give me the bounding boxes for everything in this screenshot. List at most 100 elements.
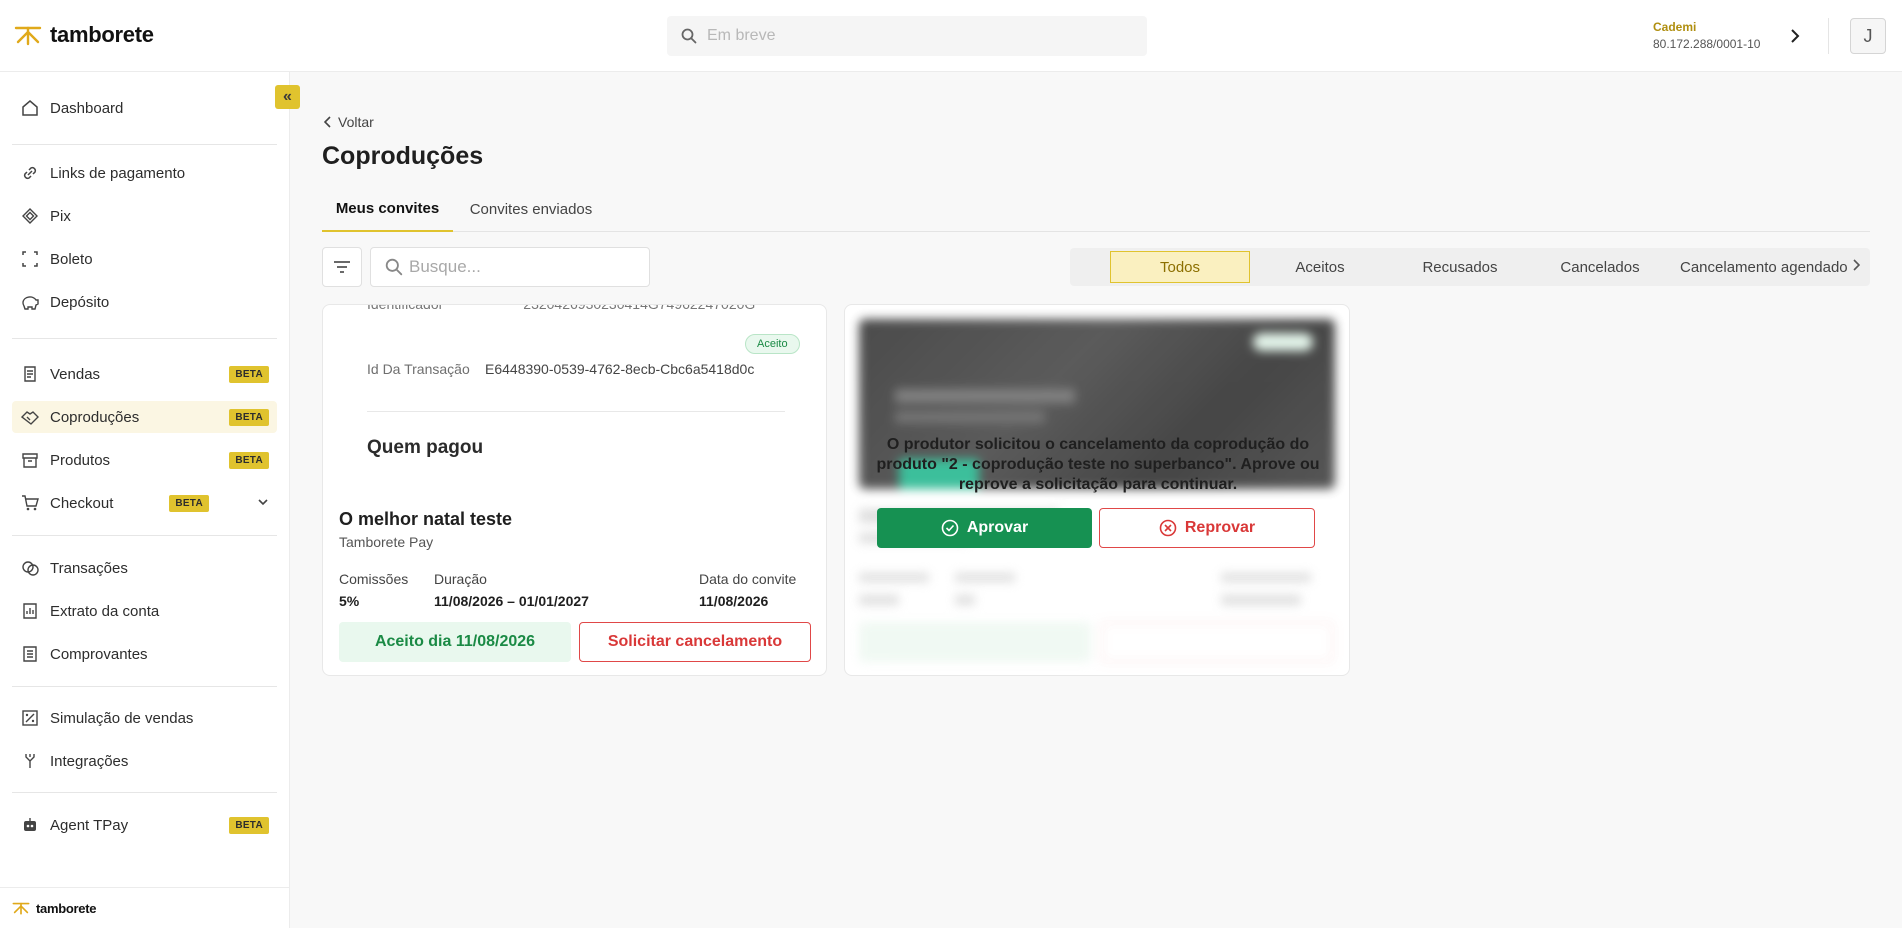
reject-button[interactable]: Reprovar xyxy=(1099,508,1315,548)
sidebar-item-label: Simulação de vendas xyxy=(50,709,194,727)
chevron-right-icon[interactable] xyxy=(1783,24,1807,48)
list-icon xyxy=(20,644,40,664)
sidebar-item-boleto[interactable]: Boleto xyxy=(12,243,277,275)
home-icon xyxy=(20,98,40,118)
filter-button[interactable] xyxy=(322,247,362,287)
search-icon xyxy=(681,28,697,44)
sidebar-item-label: Vendas xyxy=(50,365,101,383)
identifier-label: Identificador xyxy=(367,304,444,312)
invite-date-value: 11/08/2026 xyxy=(699,593,769,609)
statement-icon xyxy=(20,601,40,621)
coins-icon xyxy=(20,558,40,578)
status-tab-cancelamento-agendado[interactable]: Cancelamento agendado xyxy=(1670,251,1850,283)
identifier-row: Identificador 2320426930230414G749622470… xyxy=(367,304,787,324)
global-search-input[interactable] xyxy=(707,27,1107,45)
sidebar-item-label: Dashboard xyxy=(50,99,124,117)
product-owner: Tamborete Pay xyxy=(339,534,434,550)
percent-icon xyxy=(20,708,40,728)
beta-badge: BETA xyxy=(169,494,209,512)
status-tab-cancelados[interactable]: Cancelados xyxy=(1530,251,1670,283)
identifier-value: 2320426930230414G74962247020G xyxy=(523,304,756,312)
status-badge: Aceito xyxy=(745,334,800,354)
divider xyxy=(12,535,277,536)
collapse-sidebar-button[interactable]: « xyxy=(275,85,300,109)
sidebar-item-links[interactable]: Links de pagamento xyxy=(12,157,277,189)
sidebar-item-label: Produtos xyxy=(50,451,111,469)
divider xyxy=(12,338,277,339)
sidebar-item-dashboard[interactable]: Dashboard xyxy=(12,92,277,124)
tab-meus-convites[interactable]: Meus convites xyxy=(322,187,453,232)
sidebar-item-checkout[interactable]: Checkout BETA xyxy=(12,487,277,519)
sidebar-item-vendas[interactable]: Vendas BETA xyxy=(12,358,277,390)
beta-badge: BETA xyxy=(229,816,269,834)
accepted-status-button: Aceito dia 11/08/2026 xyxy=(339,622,571,662)
status-tab-aceitos[interactable]: Aceitos xyxy=(1250,251,1390,283)
brand-logo[interactable]: tamborete xyxy=(14,22,154,48)
product-name: O melhor natal teste xyxy=(339,509,513,529)
sidebar-item-integracoes[interactable]: Integrações xyxy=(12,745,277,777)
chevron-down-icon[interactable] xyxy=(257,495,269,512)
sidebar-item-label: Boleto xyxy=(50,250,93,268)
company-selector[interactable]: Cademi 80.172.288/0001-10 xyxy=(1653,20,1760,51)
plug-icon xyxy=(20,751,40,771)
sidebar-item-pix[interactable]: Pix xyxy=(12,200,277,232)
check-circle-icon xyxy=(941,519,959,537)
approve-label: Aprovar xyxy=(966,519,1029,536)
sidebar-item-simulacao[interactable]: Simulação de vendas xyxy=(12,702,277,734)
divider xyxy=(1828,18,1829,54)
status-tab-recusados[interactable]: Recusados xyxy=(1390,251,1530,283)
divider xyxy=(12,686,277,687)
request-cancel-button[interactable]: Solicitar cancelamento xyxy=(579,622,811,662)
tab-bar: Meus convites Convites enviados xyxy=(322,187,1870,232)
sidebar-item-coproducoes[interactable]: Coproduções BETA xyxy=(12,401,277,433)
duration-value: 11/08/2026 – 01/01/2027 xyxy=(434,593,589,609)
cancellation-request-message: O produtor solicitou o cancelamento da c… xyxy=(876,436,1320,493)
coproduction-card-pending-cancel: O produtor solicitou o cancelamento da c… xyxy=(844,304,1350,676)
sidebar-item-label: Checkout xyxy=(50,494,114,512)
x-circle-icon xyxy=(1159,519,1177,537)
sidebar-item-extrato[interactable]: Extrato da conta xyxy=(12,595,277,627)
main-content: Voltar Coproduções Meus convites Convite… xyxy=(290,72,1902,928)
approve-button[interactable]: Aprovar xyxy=(877,508,1092,548)
invite-date-label: Data do convite xyxy=(699,571,797,587)
barcode-icon xyxy=(20,249,40,269)
back-link[interactable]: Voltar xyxy=(324,114,374,130)
sidebar-item-produtos[interactable]: Produtos BETA xyxy=(12,444,277,476)
sidebar-item-label: Depósito xyxy=(50,293,110,311)
global-search[interactable] xyxy=(667,16,1147,56)
duration-label: Duração xyxy=(434,571,487,587)
transaction-id-value: E6448390-0539-4762-8ecb-Cbc6a5418d0c xyxy=(485,361,755,377)
commission-value: 5% xyxy=(339,593,360,609)
sidebar-item-deposito[interactable]: Depósito xyxy=(12,286,277,318)
coproduction-card: Identificador 2320426930230414G749622470… xyxy=(322,304,827,676)
paid-by-heading: Quem pagou xyxy=(367,437,484,458)
box-icon xyxy=(20,450,40,470)
beta-badge: BETA xyxy=(229,451,269,469)
sidebar-item-label: Transações xyxy=(50,559,128,577)
sidebar-item-comprovantes[interactable]: Comprovantes xyxy=(12,638,277,670)
chevron-right-icon[interactable] xyxy=(1852,258,1861,276)
cart-icon xyxy=(20,493,40,513)
search-input[interactable] xyxy=(409,257,639,277)
tamborete-logo-icon xyxy=(14,26,42,46)
top-bar: tamborete Cademi 80.172.288/0001-10 J xyxy=(0,0,1902,72)
sidebar: Dashboard Links de pagamento Pix Boleto … xyxy=(0,72,290,928)
transaction-id-label: Id Da Transação xyxy=(367,361,470,377)
avatar[interactable]: J xyxy=(1850,18,1886,54)
sidebar-item-transacoes[interactable]: Transações xyxy=(12,552,277,584)
commission-label: Comissões xyxy=(339,571,409,587)
sidebar-footer-brand: tamborete xyxy=(0,887,290,928)
search-icon xyxy=(385,258,403,276)
link-icon xyxy=(20,163,40,183)
reject-label: Reprovar xyxy=(1184,519,1256,536)
sidebar-item-label: Links de pagamento xyxy=(50,164,186,182)
status-tab-todos[interactable]: Todos xyxy=(1110,251,1250,283)
back-label: Voltar xyxy=(338,114,374,130)
beta-badge: BETA xyxy=(229,365,269,383)
tab-convites-enviados[interactable]: Convites enviados xyxy=(453,187,609,232)
chevron-left-icon xyxy=(324,116,331,128)
receipt-icon xyxy=(20,364,40,384)
sidebar-item-agent-tpay[interactable]: Agent TPay BETA xyxy=(12,809,277,841)
search-field[interactable] xyxy=(370,247,650,287)
tamborete-logo-icon xyxy=(12,902,30,915)
